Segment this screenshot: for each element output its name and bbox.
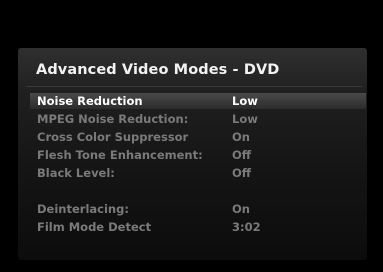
menu-item-value: Off — [232, 166, 252, 180]
menu-item-value: Off — [232, 148, 252, 162]
menu-item-value: On — [232, 202, 250, 216]
menu-item-label: Film Mode Detect — [37, 220, 152, 234]
tv-screen: Advanced Video Modes - DVD Noise Reducti… — [0, 0, 383, 272]
menu-item-cross-color-suppressor[interactable]: Cross Color Suppressor On — [30, 129, 366, 145]
menu-item-film-mode-detect[interactable]: Film Mode Detect 3:02 — [30, 219, 366, 235]
menu-item-deinterlacing[interactable]: Deinterlacing: On — [30, 201, 366, 217]
menu-item-label: MPEG Noise Reduction: — [37, 112, 189, 126]
menu-item-label: Deinterlacing: — [37, 202, 129, 216]
menu-item-label: Cross Color Suppressor — [37, 130, 189, 144]
menu-item-label: Flesh Tone Enhancement: — [37, 148, 203, 162]
menu-item-value: Low — [232, 94, 258, 108]
title-divider — [26, 86, 362, 87]
menu-item-value: 3:02 — [232, 220, 261, 234]
menu-item-black-level[interactable]: Black Level: Off — [30, 165, 366, 181]
menu-item-label: Black Level: — [37, 166, 115, 180]
menu-item-mpeg-noise-reduction[interactable]: MPEG Noise Reduction: Low — [30, 111, 366, 127]
menu-item-label: Noise Reduction — [37, 94, 143, 108]
menu-title: Advanced Video Modes - DVD — [36, 62, 280, 78]
menu-item-value: On — [232, 130, 250, 144]
menu-item-value: Low — [232, 112, 258, 126]
menu-item-flesh-tone-enhancement[interactable]: Flesh Tone Enhancement: Off — [30, 147, 366, 163]
menu-item-noise-reduction[interactable]: Noise Reduction Low — [30, 93, 366, 109]
